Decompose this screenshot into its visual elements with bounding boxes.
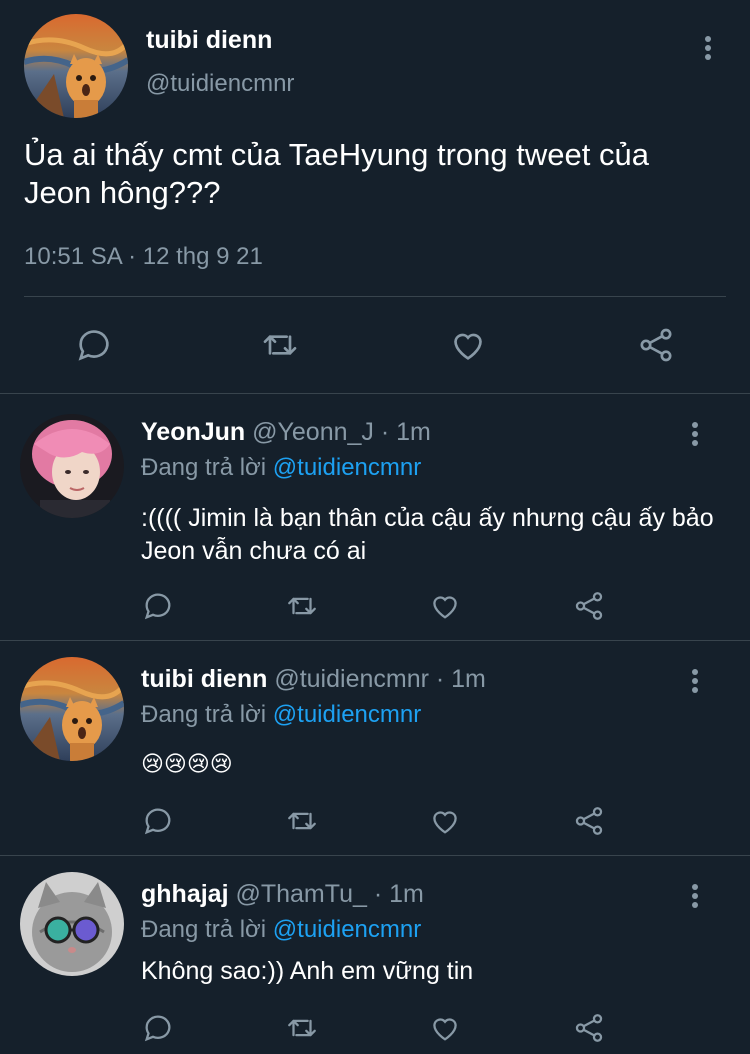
tweet-text: Ủa ai thấy cmt của TaeHyung trong tweet … xyxy=(24,137,649,210)
reply-header: ghhajaj @ThamTu_ · 1m xyxy=(141,880,424,909)
reply-icon[interactable] xyxy=(71,322,117,368)
reply-header: tuibi dienn @tuidiencmnr · 1m xyxy=(141,665,486,694)
replying-to: Đang trả lời @tuidiencmnr xyxy=(141,701,421,729)
reply-text: :(((( Jimin là bạn thân của cậu ấy nhưng… xyxy=(141,504,714,565)
reply-text: 😢😢😢😢 xyxy=(141,751,233,776)
reply-handle-time[interactable]: @Yeonn_J · 1m xyxy=(252,418,431,446)
like-icon[interactable] xyxy=(445,322,491,368)
avatar[interactable] xyxy=(20,414,124,518)
replying-to-label: Đang trả lời xyxy=(141,916,267,943)
share-icon[interactable] xyxy=(633,322,679,368)
like-icon[interactable] xyxy=(425,1008,465,1048)
like-icon[interactable] xyxy=(425,801,465,841)
mention-link[interactable]: @tuidiencmnr xyxy=(273,701,421,728)
author-name[interactable]: tuibi dienn xyxy=(146,26,272,55)
tweet-timestamp[interactable]: 10:51 SA · 12 thg 9 21 xyxy=(24,243,263,271)
more-options-icon[interactable] xyxy=(691,884,699,911)
reply-tweet[interactable]: ghhajaj @ThamTu_ · 1m Đang trả lời @tuid… xyxy=(0,856,750,1054)
reply-author-name[interactable]: YeonJun xyxy=(141,418,245,446)
reply-handle-time[interactable]: @ThamTu_ · 1m xyxy=(235,880,423,908)
avatar[interactable] xyxy=(20,872,124,976)
reply-actions xyxy=(0,1008,750,1052)
main-tweet: tuibi dienn @tuidiencmnr Ủa ai thấy cmt … xyxy=(0,0,750,394)
author-handle[interactable]: @tuidiencmnr xyxy=(146,70,294,98)
more-options-icon[interactable] xyxy=(691,422,699,449)
reply-author-name[interactable]: tuibi dienn xyxy=(141,665,267,693)
like-icon[interactable] xyxy=(425,586,465,626)
tweet-thread-page: tuibi dienn @tuidiencmnr Ủa ai thấy cmt … xyxy=(0,0,750,1054)
share-icon[interactable] xyxy=(569,586,609,626)
reply-actions xyxy=(0,801,750,845)
reply-actions xyxy=(0,586,750,630)
share-icon[interactable] xyxy=(569,1008,609,1048)
retweet-icon[interactable] xyxy=(282,586,322,626)
reply-tweet[interactable]: YeonJun @Yeonn_J · 1m Đang trả lời @tuid… xyxy=(0,394,750,641)
mention-link[interactable]: @tuidiencmnr xyxy=(273,916,421,943)
reply-text: Không sao:)) Anh em vững tin xyxy=(141,957,474,985)
replying-to: Đang trả lời @tuidiencmnr xyxy=(141,916,421,944)
replying-to-label: Đang trả lời xyxy=(141,701,267,728)
avatar[interactable] xyxy=(24,14,128,118)
reply-tweet[interactable]: tuibi dienn @tuidiencmnr · 1m Đang trả l… xyxy=(0,641,750,856)
divider xyxy=(24,296,726,297)
more-options-icon[interactable] xyxy=(704,36,712,63)
replying-to: Đang trả lời @tuidiencmnr xyxy=(141,454,421,482)
reply-handle-time[interactable]: @tuidiencmnr · 1m xyxy=(274,665,486,693)
reply-icon[interactable] xyxy=(138,1008,178,1048)
replying-to-label: Đang trả lời xyxy=(141,454,267,481)
more-options-icon[interactable] xyxy=(691,669,699,696)
avatar[interactable] xyxy=(20,657,124,761)
reply-icon[interactable] xyxy=(138,801,178,841)
retweet-icon[interactable] xyxy=(282,801,322,841)
share-icon[interactable] xyxy=(569,801,609,841)
reply-author-name[interactable]: ghhajaj xyxy=(141,880,229,908)
reply-header: YeonJun @Yeonn_J · 1m xyxy=(141,418,431,447)
retweet-icon[interactable] xyxy=(282,1008,322,1048)
retweet-icon[interactable] xyxy=(257,322,303,368)
mention-link[interactable]: @tuidiencmnr xyxy=(273,454,421,481)
reply-icon[interactable] xyxy=(138,586,178,626)
tweet-actions xyxy=(0,318,750,374)
